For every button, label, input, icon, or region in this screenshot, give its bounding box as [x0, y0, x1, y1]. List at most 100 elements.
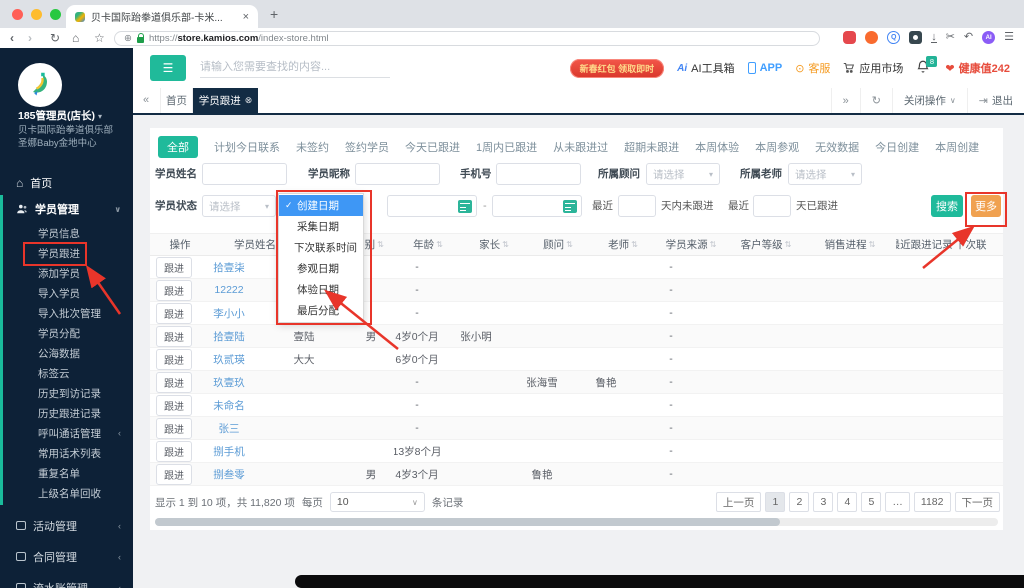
sort-icon[interactable]: ⇅: [710, 240, 717, 249]
filter-tab[interactable]: 本周创建: [935, 139, 979, 155]
avatar[interactable]: [18, 63, 62, 107]
follow-up-button[interactable]: 跟进: [156, 303, 192, 324]
sort-icon[interactable]: ⇅: [502, 240, 509, 249]
follow-up-button[interactable]: 跟进: [156, 464, 192, 485]
follow-up-button[interactable]: 跟进: [156, 418, 192, 439]
table-column-header[interactable]: 操作: [150, 234, 212, 255]
global-search-input[interactable]: [200, 57, 390, 78]
sidebar-submenu-item[interactable]: 常用话术列表: [0, 443, 133, 463]
table-column-header[interactable]: 老师⇅: [592, 234, 654, 255]
dropdown-option[interactable]: 采集日期: [279, 216, 363, 237]
follow-up-button[interactable]: 跟进: [156, 326, 192, 347]
page-button[interactable]: 5: [861, 492, 881, 512]
filter-tab[interactable]: 全部: [158, 136, 198, 158]
search-button[interactable]: 搜索: [931, 195, 963, 217]
q-extension-icon[interactable]: Q: [887, 31, 900, 44]
sort-icon[interactable]: ⇅: [566, 240, 573, 249]
sidebar-submenu-item[interactable]: 学员跟进: [0, 243, 133, 263]
sidebar-toggle-button[interactable]: ☰: [150, 55, 186, 81]
sidebar-submenu-item[interactable]: 学员分配: [0, 323, 133, 343]
page-button[interactable]: 1182: [914, 492, 951, 512]
traffic-lights[interactable]: [12, 9, 61, 20]
shield-icon[interactable]: ⊕: [124, 33, 132, 44]
health-score[interactable]: ❤ 健康值242: [945, 60, 1010, 76]
dropdown-option[interactable]: 体验日期: [279, 279, 363, 300]
student-name-link[interactable]: 李小小: [198, 306, 260, 321]
follow-up-button[interactable]: 跟进: [156, 280, 192, 301]
zoom-window-button[interactable]: [50, 9, 61, 20]
student-name-link[interactable]: 拾壹陆: [198, 329, 260, 344]
sidebar-section-collapsed[interactable]: 流水账管理 ‹: [0, 572, 133, 588]
per-page-select[interactable]: 10∨: [330, 492, 425, 512]
sort-icon[interactable]: ⇅: [436, 240, 443, 249]
table-column-header[interactable]: 下次联: [955, 234, 989, 255]
minimize-window-button[interactable]: [31, 9, 42, 20]
ai-toolbox-button[interactable]: Ai AI工具箱: [677, 60, 734, 76]
follow-up-button[interactable]: 跟进: [156, 372, 192, 393]
name-input[interactable]: [202, 163, 287, 185]
dropdown-option[interactable]: 最后分配: [279, 300, 363, 321]
dropdown-option[interactable]: 下次联系时间: [279, 237, 363, 258]
follow-up-button[interactable]: 跟进: [156, 349, 192, 370]
sidebar-section-collapsed[interactable]: 合同管理 ‹: [0, 541, 133, 572]
student-name-link[interactable]: 未命名: [198, 398, 260, 413]
horizontal-scrollbar[interactable]: [155, 518, 998, 526]
sidebar-submenu-item[interactable]: 历史到访记录: [0, 383, 133, 403]
student-name-link[interactable]: 玖壹玖: [198, 375, 260, 390]
student-name-link[interactable]: 捌叁零: [198, 467, 260, 482]
orange-extension-icon[interactable]: [865, 31, 878, 44]
page-button[interactable]: 下一页: [955, 492, 1001, 512]
url-bar[interactable]: ⊕ https://store.kamios.com/index-store.h…: [114, 31, 820, 46]
tab-close-circle-icon[interactable]: ⊗: [245, 95, 253, 106]
table-column-header[interactable]: 家长⇅: [464, 234, 524, 255]
page-button[interactable]: 上一页: [716, 492, 762, 512]
camera-extension-icon[interactable]: [909, 31, 922, 44]
sidebar-submenu-item[interactable]: 导入学员: [0, 283, 133, 303]
tab-home[interactable]: 首页: [160, 88, 193, 113]
notifications-button[interactable]: 8: [916, 59, 932, 77]
follow-up-button[interactable]: 跟进: [156, 395, 192, 416]
filter-tab[interactable]: 本周参观: [755, 139, 799, 155]
filter-tab[interactable]: 从未跟进过: [553, 139, 608, 155]
table-column-header[interactable]: 学员来源⇅: [654, 234, 728, 255]
days-no-follow-input[interactable]: [618, 195, 656, 217]
phone-input[interactable]: [496, 163, 581, 185]
sidebar-item-home[interactable]: ⌂ 首页: [16, 175, 52, 191]
sidebar-submenu-item[interactable]: 标签云: [0, 363, 133, 383]
close-window-button[interactable]: [12, 9, 23, 20]
download-icon[interactable]: ↓: [931, 32, 937, 43]
forward-icon[interactable]: ›: [28, 30, 32, 46]
sidebar-submenu-item[interactable]: 上级名单回收: [0, 483, 133, 503]
scissors-icon[interactable]: ✂: [946, 31, 955, 44]
teacher-select[interactable]: 请选择▾: [788, 163, 862, 185]
app-market-button[interactable]: 应用市场: [843, 60, 903, 76]
exit-button[interactable]: ⇥ 退出: [967, 88, 1024, 113]
filter-tab[interactable]: 1周内已跟进: [476, 139, 537, 155]
student-name-link[interactable]: 12222: [198, 284, 260, 296]
sort-icon[interactable]: ⇅: [869, 240, 876, 249]
days-followed-input[interactable]: [753, 195, 791, 217]
scroll-tabs-left-icon[interactable]: «: [143, 94, 149, 106]
filter-tab[interactable]: 今天已跟进: [405, 139, 460, 155]
sidebar-submenu-item[interactable]: 呼叫通话管理 ‹: [0, 423, 133, 443]
follow-up-button[interactable]: 跟进: [156, 441, 192, 462]
page-button[interactable]: 4: [837, 492, 857, 512]
sort-icon[interactable]: ⇅: [377, 240, 384, 249]
dropdown-option[interactable]: 参观日期: [279, 258, 363, 279]
close-operations-dropdown[interactable]: 关闭操作 ∨: [892, 88, 967, 113]
dropdown-option[interactable]: ✓ 创建日期: [279, 195, 363, 216]
student-name-link[interactable]: 拾壹柒: [198, 260, 260, 275]
scroll-tabs-right-button[interactable]: »: [831, 88, 860, 113]
filter-tab[interactable]: 未签约: [296, 139, 329, 155]
page-button[interactable]: …: [885, 492, 910, 512]
sidebar-section-collapsed[interactable]: 活动管理 ‹: [0, 510, 133, 541]
more-button[interactable]: 更多: [971, 195, 1001, 217]
sidebar-submenu-item[interactable]: 历史跟进记录: [0, 403, 133, 423]
home-icon[interactable]: ⌂: [72, 30, 79, 46]
nickname-input[interactable]: [355, 163, 440, 185]
filter-tab[interactable]: 超期未跟进: [624, 139, 679, 155]
ai-extension-icon[interactable]: AI: [982, 31, 995, 44]
table-column-header[interactable]: 销售进程⇅: [804, 234, 896, 255]
scrollbar-thumb[interactable]: [155, 518, 780, 526]
reload-icon[interactable]: ↻: [50, 30, 60, 46]
